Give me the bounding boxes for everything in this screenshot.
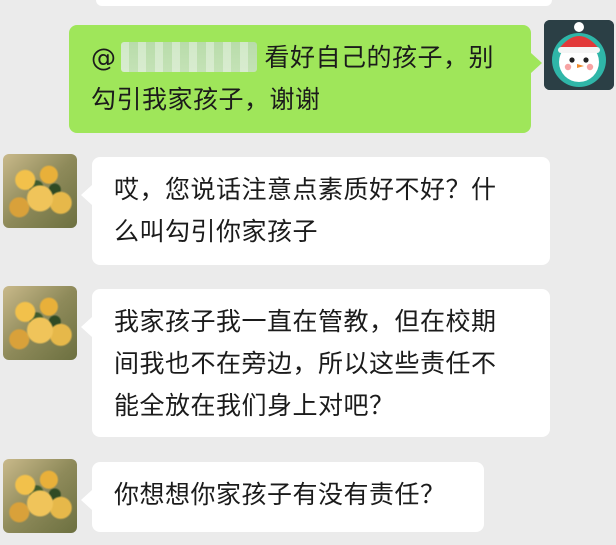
message-line: 间我也不在旁边，所以这些责任不: [114, 349, 497, 378]
message-line: 么叫勾引你家孩子: [114, 217, 319, 246]
friend-avatar-flower-icon[interactable]: [3, 154, 77, 228]
previous-message-bubble: [96, 0, 552, 6]
message-text: 看好自己的孩子，别: [264, 43, 495, 72]
message-line: @ 看好自己的孩子，别: [91, 37, 509, 79]
friend-avatar-flower-icon[interactable]: [3, 459, 77, 533]
incoming-message-bubble[interactable]: 你想想你家孩子有没有责任？: [81, 462, 484, 532]
message-line: 我家孩子我一直在管教，但在校期: [114, 307, 497, 336]
my-avatar-snowman-icon[interactable]: [544, 20, 614, 90]
mention-at-sign: @: [91, 43, 117, 72]
blurred-username: [120, 42, 257, 72]
message-line: 能全放在我们身上对吧？: [114, 391, 395, 420]
message-line: 勾引我家孩子，谢谢: [91, 85, 321, 114]
incoming-message-bubble[interactable]: 哎，您说话注意点素质好不好？什 么叫勾引你家孩子: [81, 157, 550, 265]
outgoing-message-bubble[interactable]: @ 看好自己的孩子，别 勾引我家孩子，谢谢: [69, 25, 542, 133]
message-line: 你想想你家孩子有没有责任？: [114, 480, 446, 509]
message-line: 哎，您说话注意点素质好不好？什: [114, 175, 497, 204]
friend-avatar-flower-icon[interactable]: [3, 286, 77, 360]
incoming-message-bubble[interactable]: 我家孩子我一直在管教，但在校期 间我也不在旁边，所以这些责任不 能全放在我们身上…: [81, 289, 550, 437]
